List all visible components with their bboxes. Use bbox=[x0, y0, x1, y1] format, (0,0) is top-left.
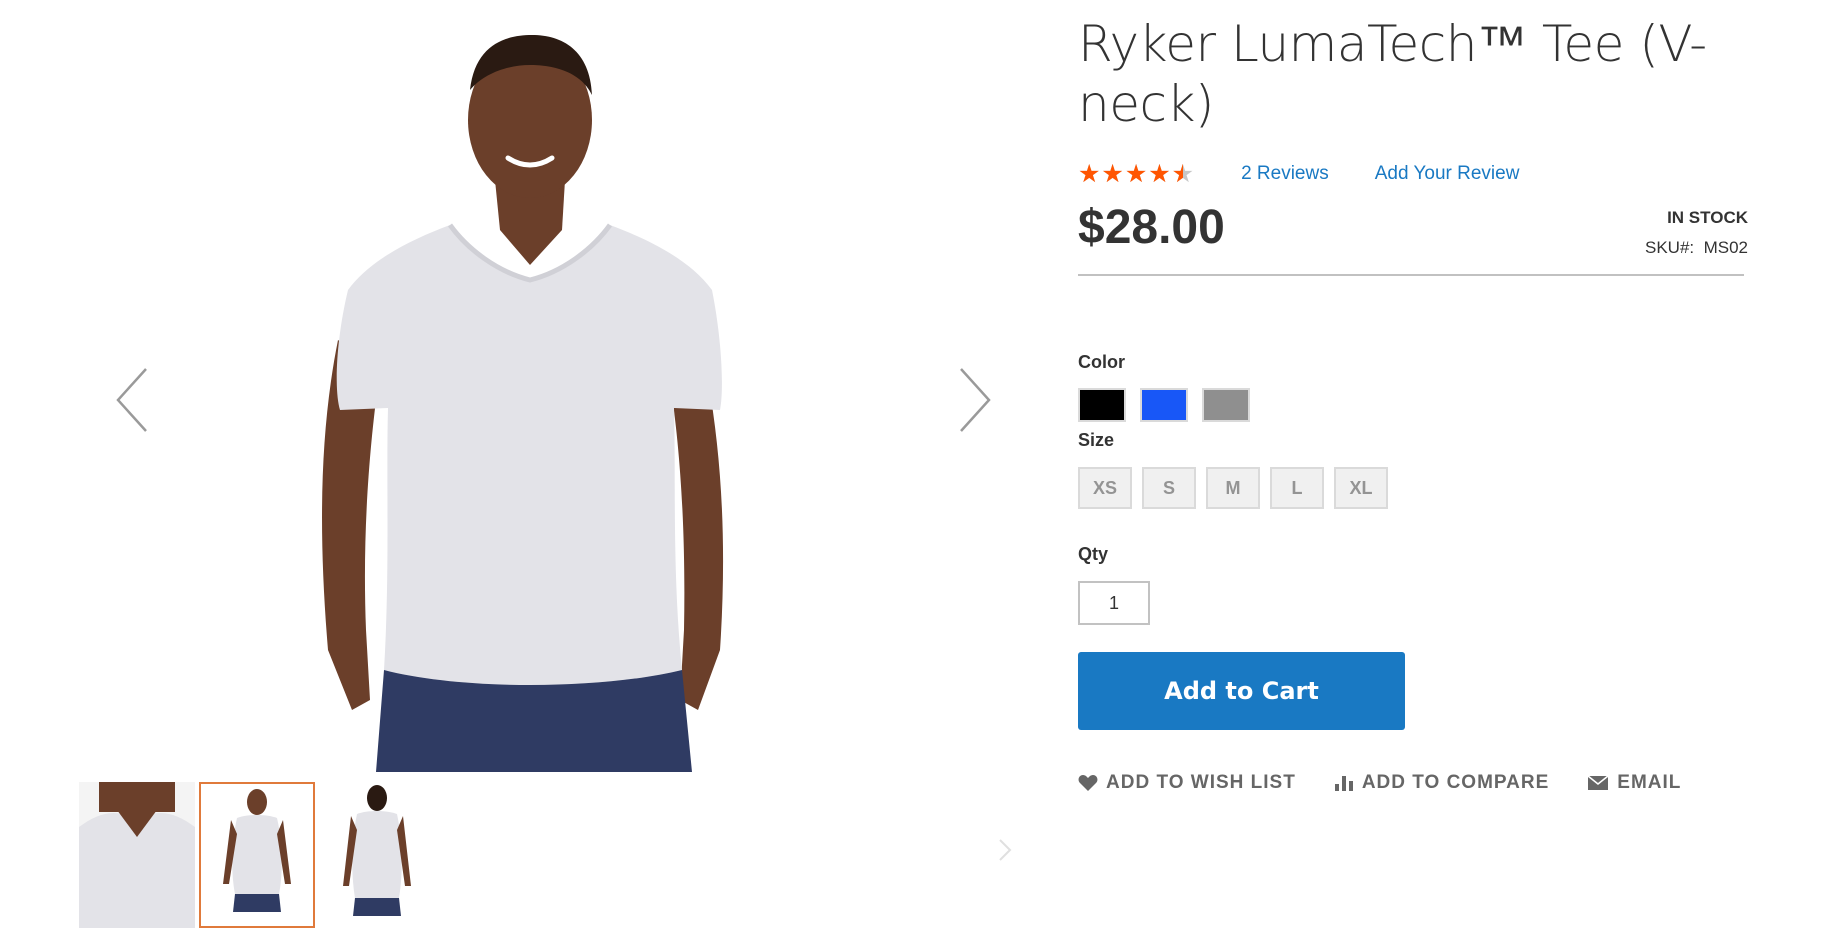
envelope-icon bbox=[1587, 775, 1609, 790]
rating-row: ★★★★★ ★★★★★ 2 Reviews Add Your Review bbox=[1078, 160, 1519, 188]
size-option-xl[interactable]: XL bbox=[1334, 467, 1388, 509]
chevron-right-icon bbox=[999, 839, 1012, 861]
gallery-prev-arrow[interactable] bbox=[102, 355, 162, 445]
color-swatch-black[interactable] bbox=[1078, 388, 1126, 422]
size-option-s[interactable]: S bbox=[1142, 467, 1196, 509]
add-to-wish-list-link[interactable]: Add to Wish List bbox=[1078, 772, 1296, 794]
qty-label: Qty bbox=[1078, 544, 1109, 564]
thumbnail-1[interactable] bbox=[79, 782, 195, 928]
product-gallery bbox=[0, 0, 1050, 938]
heart-icon bbox=[1078, 775, 1098, 791]
star-filled-icons: ★★★★★ bbox=[1078, 160, 1183, 188]
thumbnail-next-arrow[interactable] bbox=[995, 836, 1015, 864]
bar-chart-icon bbox=[1334, 776, 1353, 791]
reviews-link[interactable]: 2 Reviews bbox=[1241, 163, 1329, 185]
gallery-next-arrow[interactable] bbox=[945, 355, 1005, 445]
email-link[interactable]: Email bbox=[1587, 772, 1681, 794]
wish-list-label: Add to Wish List bbox=[1106, 772, 1296, 793]
rating-stars: ★★★★★ ★★★★★ bbox=[1078, 160, 1195, 188]
product-price: $28.00 bbox=[1078, 201, 1225, 254]
size-swatches: XS S M L XL bbox=[1078, 467, 1388, 509]
stock-status: In stock bbox=[1667, 208, 1748, 227]
secondary-actions: Add to Wish List Add to Compare Email bbox=[1078, 772, 1681, 794]
email-label: Email bbox=[1617, 772, 1682, 793]
add-review-link[interactable]: Add Your Review bbox=[1375, 163, 1520, 185]
sku-line: SKU#: MS02 bbox=[1645, 238, 1748, 258]
sku-label: SKU#: bbox=[1644, 238, 1695, 257]
stock-info: In stock SKU#: MS02 bbox=[1645, 208, 1748, 258]
color-swatch-blue[interactable] bbox=[1140, 388, 1188, 422]
size-option-m[interactable]: M bbox=[1206, 467, 1260, 509]
thumbnail-strip bbox=[79, 782, 435, 930]
thumbnail-3[interactable] bbox=[319, 782, 435, 928]
chevron-left-icon bbox=[116, 368, 147, 432]
size-option-l[interactable]: L bbox=[1270, 467, 1324, 509]
add-to-compare-link[interactable]: Add to Compare bbox=[1334, 772, 1549, 794]
price-divider bbox=[1078, 274, 1744, 276]
color-label: Color bbox=[1078, 352, 1125, 372]
thumbnail-2[interactable] bbox=[199, 782, 315, 928]
size-option-xs[interactable]: XS bbox=[1078, 467, 1132, 509]
size-label: Size bbox=[1078, 430, 1115, 450]
compare-label: Add to Compare bbox=[1361, 772, 1550, 793]
chevron-right-icon bbox=[960, 368, 991, 432]
add-to-cart-button[interactable]: Add to Cart bbox=[1078, 652, 1405, 730]
color-swatch-gray[interactable] bbox=[1202, 388, 1250, 422]
color-swatches bbox=[1078, 388, 1250, 422]
sku-value: MS02 bbox=[1703, 238, 1748, 257]
main-product-image bbox=[300, 10, 760, 772]
product-title: Ryker LumaTech™ Tee (V-neck) bbox=[1078, 15, 1707, 133]
qty-input[interactable] bbox=[1078, 581, 1150, 625]
